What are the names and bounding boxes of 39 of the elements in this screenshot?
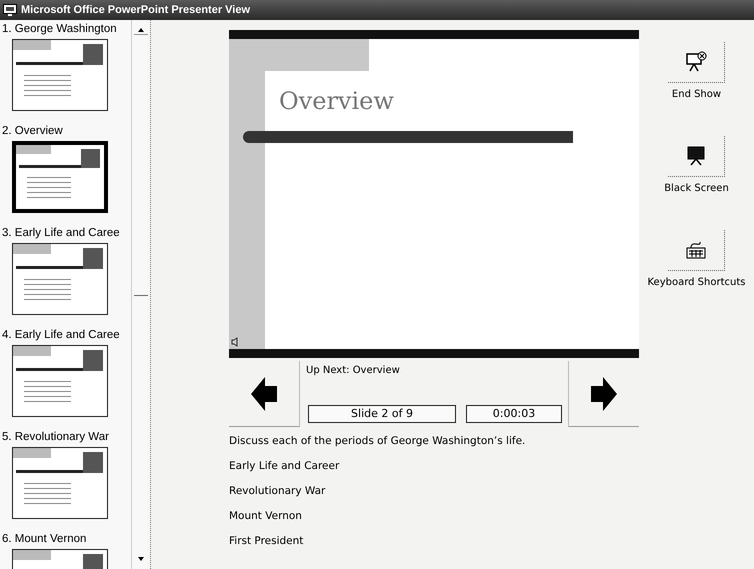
scroll-up-icon[interactable] bbox=[136, 26, 146, 34]
right-arrow-icon bbox=[591, 376, 617, 410]
slide-title: 5. Revolutionary War bbox=[2, 430, 110, 444]
slide-list-item[interactable]: 4. Early Life and Caree bbox=[2, 326, 132, 426]
slide-title: 3. Early Life and Caree bbox=[2, 226, 121, 240]
speaker-notes-line: First President bbox=[229, 535, 304, 547]
keyboard-icon bbox=[685, 240, 707, 260]
left-arrow-icon bbox=[251, 376, 277, 410]
slide-thumbnail-drawing[interactable] bbox=[12, 345, 108, 417]
tool-button[interactable]: End Show bbox=[668, 42, 725, 100]
projector-screen-close-icon bbox=[685, 51, 707, 73]
up-next-label: Up Next: Overview bbox=[306, 365, 401, 376]
projector-screen-icon bbox=[686, 145, 706, 167]
slide-list-item[interactable]: 6. Mount Vernon bbox=[2, 530, 132, 569]
slide-heading: Overview bbox=[279, 87, 394, 115]
slide-title: 2. Overview bbox=[2, 124, 64, 138]
slide-thumbnail-drawing[interactable] bbox=[12, 141, 108, 213]
slide-title: 6. Mount Vernon bbox=[2, 532, 88, 546]
slide-thumbnail-drawing[interactable] bbox=[12, 39, 108, 111]
scroll-down-icon[interactable] bbox=[136, 555, 146, 563]
slide-title: 1. George Washington bbox=[2, 22, 118, 36]
speaker-notes-line: Mount Vernon bbox=[229, 510, 303, 522]
window-title: Microsoft Office PowerPoint Presenter View bbox=[21, 4, 250, 16]
slide-list-item[interactable]: 2. Overview bbox=[2, 122, 132, 222]
tool-button[interactable]: Keyboard Shortcuts bbox=[648, 230, 746, 288]
slide-list-item[interactable]: 3. Early Life and Caree bbox=[2, 224, 132, 324]
speaker-icon bbox=[231, 337, 239, 347]
slide-thumbnail-drawing[interactable] bbox=[12, 447, 108, 519]
slide-list-item[interactable]: 1. George Washington bbox=[2, 20, 132, 120]
slide-thumbnail-drawing[interactable] bbox=[12, 243, 108, 315]
slide-title: 4. Early Life and Caree bbox=[2, 328, 121, 342]
slide-counter: Slide 2 of 9 bbox=[308, 405, 456, 423]
elapsed-timer: 0:00:03 bbox=[466, 405, 562, 423]
speaker-notes-line: Revolutionary War bbox=[229, 485, 326, 497]
speaker-notes-line: Discuss each of the periods of George Washington’s life. bbox=[229, 435, 526, 447]
app-icon bbox=[3, 4, 17, 16]
speaker-notes-line: Early Life and Career bbox=[229, 460, 340, 472]
slide-list-item[interactable]: 5. Revolutionary War bbox=[2, 428, 132, 528]
tool-button[interactable]: Black Screen bbox=[664, 136, 729, 194]
